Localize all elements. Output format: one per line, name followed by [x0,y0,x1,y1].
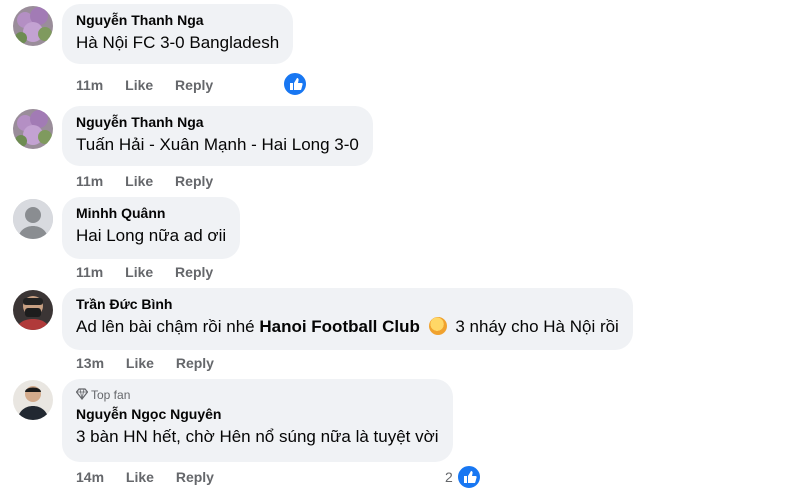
reply-button[interactable]: Reply [175,263,213,281]
comment-author[interactable]: Nguyễn Thanh Nga [76,11,279,29]
comment-time[interactable]: 14m [76,468,104,486]
comment-text-end: 3 nháy cho Hà Nội rồi [455,317,619,336]
like-button[interactable]: Like [126,468,154,486]
comment-text: 3 bàn HN hết, chờ Hên nổ súng nữa là tuy… [76,427,439,446]
comment-author[interactable]: Nguyễn Thanh Nga [76,113,359,131]
comment-time[interactable]: 11m [76,172,103,190]
comment-bubble: Minhh Quânn Hai Long nữa ad ơii [62,197,241,259]
like-button[interactable]: Like [125,172,153,190]
reply-button[interactable]: Reply [175,172,213,190]
reaction-count[interactable]: 2 [445,469,453,485]
avatar[interactable] [13,109,53,149]
comment-bubble: Nguyễn Thanh Nga Tuấn Hải - Xuân Mạnh - … [62,106,373,166]
comment-bubble: Trần Đức Bình Ad lên bài chậm rồi nhé Ha… [62,288,633,350]
reply-button[interactable]: Reply [176,354,214,372]
top-fan-label: Top fan [91,388,131,402]
avatar[interactable] [13,380,53,420]
comment-time[interactable]: 11m [76,76,103,94]
comment-author[interactable]: Minhh Quânn [76,204,226,222]
comment-text: Hà Nội FC 3-0 Bangladesh [76,33,280,52]
comment-text-start: Ad lên bài chậm rồi nhé [76,317,255,336]
comment-bubble: Top fan Nguyễn Ngọc Nguyên 3 bàn HN hết,… [62,379,453,462]
reply-button[interactable]: Reply [175,76,213,94]
comment-time[interactable]: 13m [76,354,104,372]
diamond-icon [75,388,89,400]
like-reaction-icon[interactable] [456,464,482,490]
top-fan-badge: Top fan [75,388,439,402]
comment-actions: 11m Like Reply [76,76,231,94]
comment-text: Hai Long nữa ad ơii [76,226,227,245]
comment-text: Tuấn Hải - Xuân Mạnh - Hai Long 3-0 [76,135,359,154]
comment-bubble: Nguyễn Thanh Nga Hà Nội FC 3-0 Banglades… [62,4,294,64]
reply-button[interactable]: Reply [176,468,214,486]
like-button[interactable]: Like [125,263,153,281]
comment-time[interactable]: 11m [76,263,103,281]
avatar[interactable] [13,290,53,330]
comment-actions: 13m Like Reply [76,354,232,372]
comment-text: Ad lên bài chậm rồi nhé Hanoi Football C… [76,316,619,338]
like-button[interactable]: Like [126,354,154,372]
tagged-page-link[interactable]: Hanoi Football Club [259,317,420,336]
comment-author[interactable]: Nguyễn Ngọc Nguyên [76,405,439,423]
like-button[interactable]: Like [125,76,153,94]
comment-actions: 14m Like Reply [76,468,232,486]
comment-actions: 11m Like Reply [76,172,231,190]
comment-author[interactable]: Trần Đức Bình [76,295,619,313]
avatar[interactable] [13,6,53,46]
grinning-sweat-emoji-icon [428,317,447,335]
default-avatar-icon[interactable] [13,199,53,239]
like-reaction-icon[interactable] [282,71,308,97]
comment-actions: 11m Like Reply [76,263,231,281]
